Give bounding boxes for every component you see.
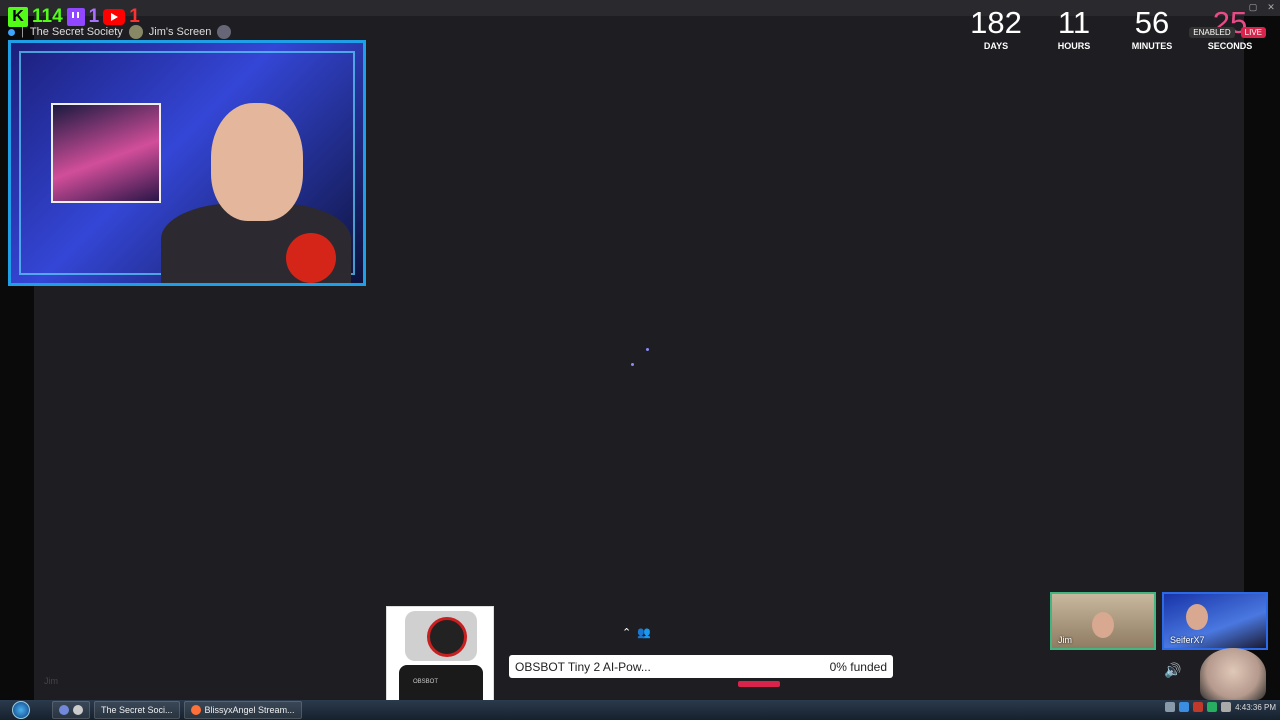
ghost-label: Jim <box>44 676 58 686</box>
minutes-value: 56 <box>1134 5 1170 40</box>
participant-face <box>1186 604 1208 630</box>
camera-lens <box>427 617 467 657</box>
screen-label: Jim's Screen <box>148 26 212 38</box>
status-dot-icon <box>8 28 15 36</box>
participant-tile[interactable]: Jim <box>1050 592 1156 650</box>
avatar <box>217 25 232 39</box>
countdown-days: 182 DAYS <box>968 5 1024 52</box>
countdown-minutes: 56 MINUTES <box>1124 5 1180 52</box>
days-value: 182 <box>970 5 1022 40</box>
volume-icon[interactable]: 🔊 <box>1164 662 1181 678</box>
funding-progress: 0% funded <box>829 659 887 674</box>
loading-dot <box>646 348 649 351</box>
close-icon[interactable]: ✕ <box>1266 2 1276 12</box>
participant-face <box>1092 612 1114 638</box>
discord-icon <box>59 705 69 715</box>
guest-facecam <box>1200 648 1266 700</box>
taskbar-item[interactable]: BlissyxAngel Stream... <box>183 701 302 719</box>
hours-label: HOURS <box>1057 41 1091 51</box>
server-bar: | The Secret Society Jim's Screen <box>8 24 232 40</box>
microphone <box>286 233 336 283</box>
participant-name: SeiferX7 <box>1170 635 1205 645</box>
stream-canvas: ▢ ✕ K 114 1 1 | The Secret Society Jim's… <box>0 0 1280 720</box>
webcam-frame <box>8 40 366 286</box>
days-label: DAYS <box>983 41 1009 51</box>
taskbar-item-label: The Secret Soci... <box>101 705 173 715</box>
loading-dot <box>631 363 634 366</box>
camera-head <box>405 611 477 661</box>
countdown-hours: 11 HOURS <box>1046 5 1102 52</box>
chevron-up-icon[interactable]: ⌃ <box>622 626 631 639</box>
taskbar-item-label: BlissyxAngel Stream... <box>204 705 295 715</box>
funding-bar: OBSBOT Tiny 2 AI-Pow... 0% funded <box>509 655 893 678</box>
participant-name: Jim <box>1058 635 1072 645</box>
tray-icon[interactable] <box>1207 702 1218 712</box>
clock[interactable]: 4:43:36 PM <box>1235 703 1276 712</box>
product-image: OBSBOT <box>386 606 494 714</box>
tray-icon[interactable] <box>1179 702 1190 712</box>
product-title: OBSBOT Tiny 2 AI-Pow... <box>515 659 651 674</box>
system-tray: 4:43:36 PM <box>1165 702 1276 712</box>
funding-accent <box>738 681 780 687</box>
firefox-icon <box>190 705 201 715</box>
tray-icon[interactable] <box>1193 702 1204 712</box>
product-brand: OBSBOT <box>413 679 439 685</box>
funding-controls: ⌃ 👥 <box>622 626 651 639</box>
webcam-background-window <box>51 103 161 203</box>
overlay-badges: ENABLED LIVE <box>1189 27 1266 38</box>
start-button[interactable] <box>12 701 30 719</box>
participant-tile[interactable]: SeiferX7 <box>1162 592 1268 650</box>
live-badge: LIVE <box>1240 27 1266 38</box>
separator: | <box>21 26 24 38</box>
avatar <box>128 25 143 39</box>
server-name[interactable]: The Secret Society <box>30 26 123 38</box>
speaker-icon[interactable] <box>1221 702 1232 712</box>
people-icon[interactable]: 👥 <box>637 626 651 639</box>
youtube-icon <box>103 9 126 25</box>
taskbar-item[interactable]: The Secret Soci... <box>94 701 180 719</box>
enabled-badge: ENABLED <box>1189 27 1235 38</box>
tray-icon[interactable] <box>1165 702 1176 712</box>
minutes-label: MINUTES <box>1131 41 1173 51</box>
webcam-person-head <box>211 103 303 221</box>
hours-value: 11 <box>1057 5 1091 40</box>
flame-icon <box>73 705 83 715</box>
taskbar-app-icons[interactable] <box>52 701 90 719</box>
taskbar: The Secret Soci... BlissyxAngel Stream..… <box>0 700 1280 720</box>
seconds-label: SECONDS <box>1207 41 1253 51</box>
